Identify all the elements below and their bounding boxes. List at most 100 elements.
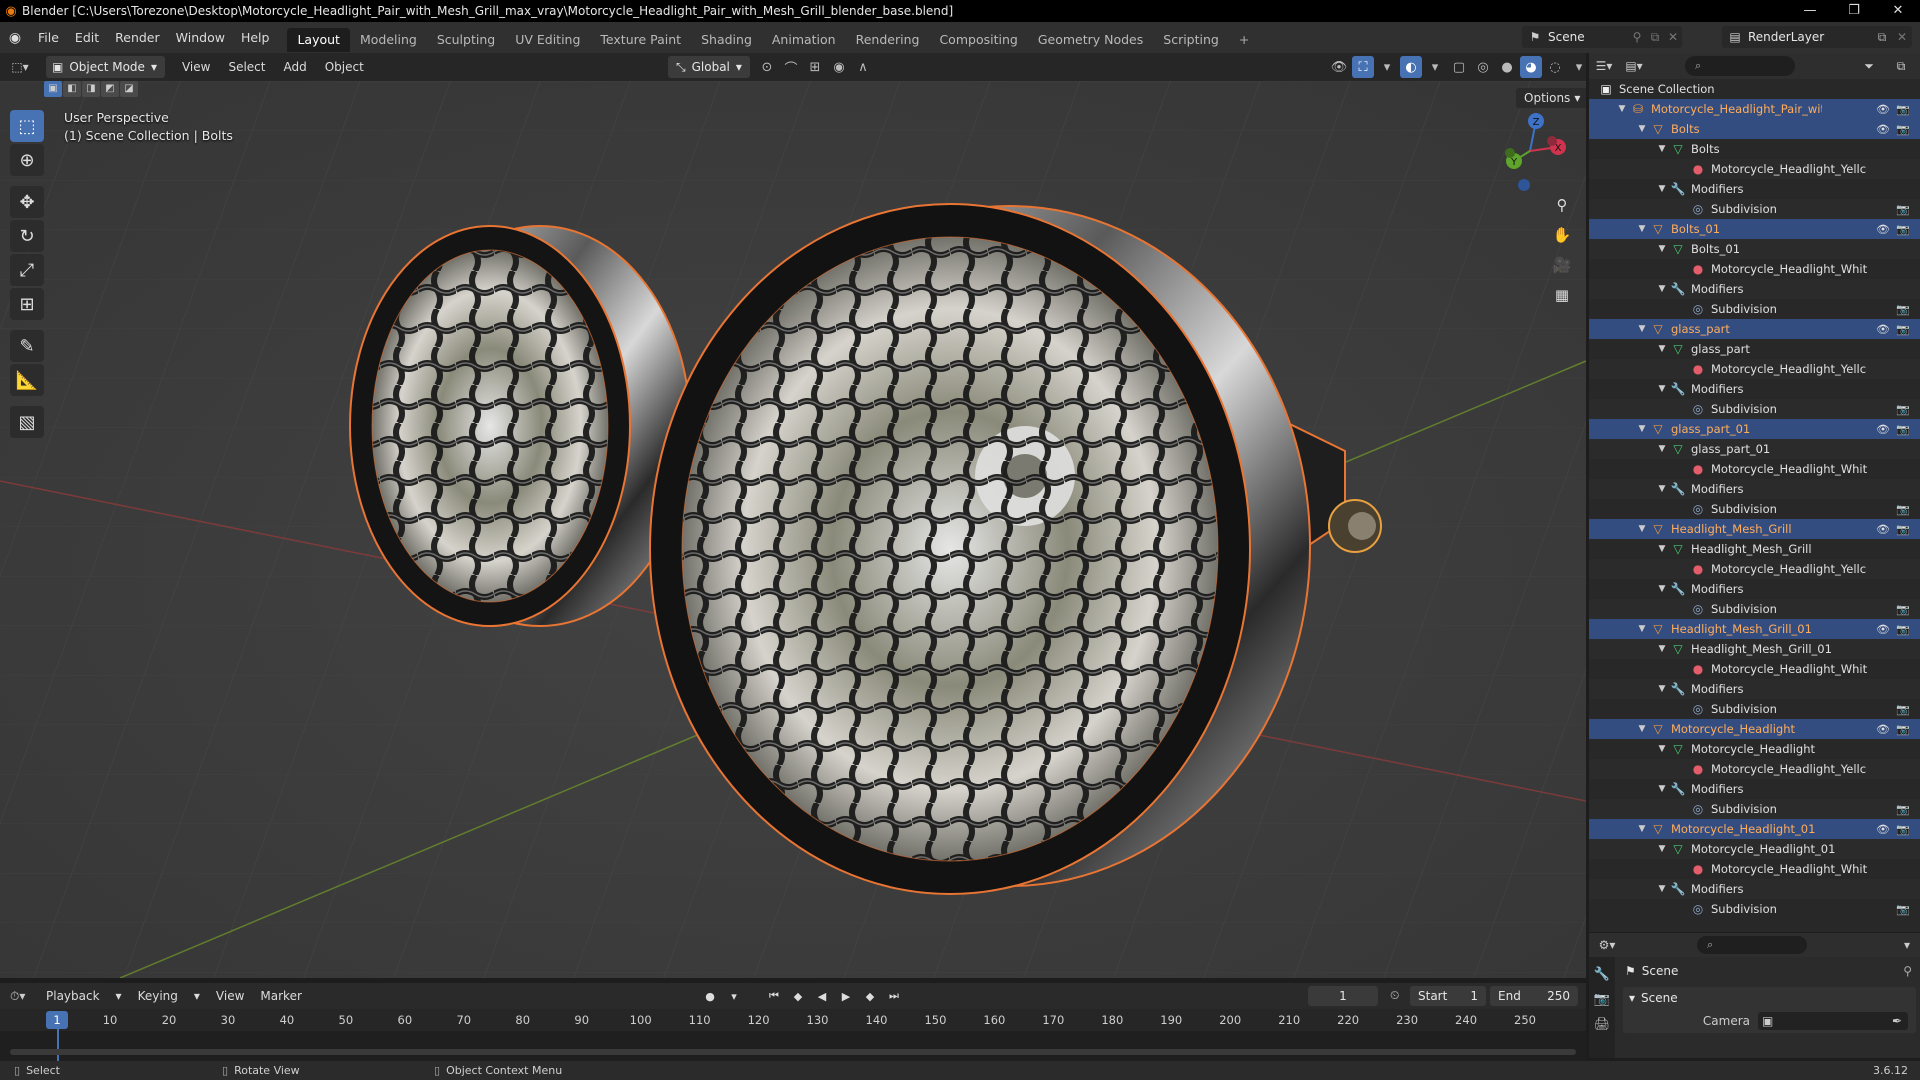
chevron-down-icon[interactable]: ▾ [1568,56,1590,78]
camera-icon[interactable]: 📷 [1896,723,1910,736]
viewport-menu-view[interactable]: View [173,60,219,74]
tab-compositing[interactable]: Compositing [929,28,1027,52]
outliner-row[interactable]: ▼ ▽ Bolts [1589,139,1920,159]
view-layer-selector[interactable]: ▤ RenderLayer ⧉ ✕ [1722,26,1912,48]
record-icon[interactable]: ● [700,986,720,1006]
expand-arrow-icon[interactable]: ▼ [1655,484,1669,494]
pan-hand-icon[interactable]: ✋ [1548,223,1576,247]
outliner-row[interactable]: ▼ 🔧 Modifiers [1589,779,1920,799]
expand-arrow-icon[interactable]: ▼ [1635,524,1649,534]
material-shading-icon[interactable]: ◕ [1520,56,1542,78]
expand-arrow-icon[interactable]: ▼ [1655,444,1669,454]
outliner-row[interactable]: ◎ Subdivision 📷 [1589,299,1920,319]
mode-dropdown[interactable]: ▣ Object Mode ▾ [46,56,165,78]
expand-arrow-icon[interactable]: ▼ [1635,624,1649,634]
select-box-tool-icon[interactable]: ⬚ [10,110,44,142]
outliner-row[interactable]: ● Motorcycle_Headlight_Yellc [1589,359,1920,379]
camera-icon[interactable]: 📷 [1896,523,1910,536]
jump-keyframe-back-icon[interactable]: ◆ [788,986,808,1006]
outliner-row[interactable]: ▼ ▽ glass_part 👁 📷 [1589,319,1920,339]
restore-button[interactable]: ❐ [1832,0,1876,22]
menu-edit[interactable]: Edit [67,22,107,53]
expand-arrow-icon[interactable]: ▼ [1655,244,1669,254]
expand-arrow-icon[interactable]: ▼ [1655,744,1669,754]
tab-uv-editing[interactable]: UV Editing [505,28,590,52]
eye-icon[interactable]: 👁 [1876,323,1890,336]
camera-icon[interactable]: 📷 [1896,803,1910,816]
outliner-row[interactable]: ▼ ▽ glass_part_01 👁 📷 [1589,419,1920,439]
scene-selector[interactable]: ⚑ Scene ⚲ ⧉ ✕ [1522,26,1682,48]
transform-tool-icon[interactable]: ⊞ [10,288,44,320]
eye-icon[interactable]: 👁 [1876,623,1890,636]
outliner-row[interactable]: ▼ ▽ Motorcycle_Headlight [1589,739,1920,759]
menu-help[interactable]: Help [233,22,278,53]
expand-arrow-icon[interactable]: ▼ [1655,344,1669,354]
outliner-row[interactable]: ▼ ▽ Headlight_Mesh_Grill_01 👁 📷 [1589,619,1920,639]
camera-icon[interactable]: 📷 [1896,103,1910,116]
new-scene-icon[interactable]: ⧉ [1646,30,1664,45]
outliner-row[interactable]: ● Motorcycle_Headlight_Yellc [1589,759,1920,779]
outliner-row[interactable]: ▼ ▽ glass_part [1589,339,1920,359]
outliner-row[interactable]: ▼ 🔧 Modifiers [1589,879,1920,899]
start-frame-field[interactable]: Start 1 [1410,986,1486,1006]
expand-arrow-icon[interactable]: ▼ [1655,284,1669,294]
outliner-row[interactable]: ▼ 🔧 Modifiers [1589,179,1920,199]
outliner-row[interactable]: ▼ ▽ Headlight_Mesh_Grill 👁 📷 [1589,519,1920,539]
ortho-grid-icon[interactable]: ▦ [1548,283,1576,307]
outliner-row[interactable]: ● Motorcycle_Headlight_Whit [1589,859,1920,879]
outliner-row[interactable]: ▼ ▽ Motorcycle_Headlight_01 👁 📷 [1589,819,1920,839]
camera-icon[interactable]: 📷 [1896,403,1910,416]
eye-icon[interactable]: 👁 [1876,823,1890,836]
outliner-row[interactable]: ● Motorcycle_Headlight_Yellc [1589,559,1920,579]
jump-keyframe-forward-icon[interactable]: ◆ [860,986,880,1006]
outliner-row[interactable]: ▼ 🔧 Modifiers [1589,279,1920,299]
new-collection-icon[interactable]: ⧉ [1886,59,1916,74]
expand-arrow-icon[interactable]: ▼ [1615,104,1629,114]
expand-arrow-icon[interactable]: ▼ [1655,584,1669,594]
timeline-ruler[interactable]: 1 10 20 30 40 50 60 70 80 90 100 110 120 130 140 150 16… [0,1009,1586,1031]
proportional-edit-icon[interactable]: ◉ [828,56,850,78]
outliner-row[interactable]: ▼ ▽ Bolts_01 [1589,239,1920,259]
visibility-icon[interactable]: 👁 [1328,56,1350,78]
timeline-menu-marker[interactable]: Marker [252,989,309,1003]
outliner-row[interactable]: ▼ 🔧 Modifiers [1589,679,1920,699]
outliner-row[interactable]: ◎ Subdivision 📷 [1589,599,1920,619]
properties-editor-icon[interactable]: ⚙▾ [1589,938,1625,952]
outliner-row[interactable]: ◎ Subdivision 📷 [1589,799,1920,819]
chevron-down-icon[interactable]: ▾ [724,986,744,1006]
outliner-row[interactable]: ● Motorcycle_Headlight_Whit [1589,259,1920,279]
minimize-button[interactable]: — [1788,0,1832,22]
remove-view-layer-icon[interactable]: ✕ [1892,30,1912,44]
remove-scene-icon[interactable]: ✕ [1664,30,1682,44]
falloff-icon[interactable]: ∧ [852,56,874,78]
select-subtract-icon[interactable]: ◨ [82,81,100,97]
outliner-row[interactable]: ▼ ▽ Headlight_Mesh_Grill_01 [1589,639,1920,659]
expand-arrow-icon[interactable]: ▼ [1655,684,1669,694]
timeline-menu-playback[interactable]: Playback [38,989,108,1003]
zoom-icon[interactable]: ⚲ [1548,193,1576,217]
camera-view-icon[interactable]: 🎥 [1548,253,1576,277]
outliner-row[interactable]: ▼ ▽ Headlight_Mesh_Grill [1589,539,1920,559]
camera-icon[interactable]: 📷 [1896,223,1910,236]
editor-type-icon[interactable]: ⬚▾ [0,56,40,78]
outliner-row[interactable]: ▼ ▽ Bolts_01 👁 📷 [1589,219,1920,239]
eye-icon[interactable]: 👁 [1876,523,1890,536]
annotate-tool-icon[interactable]: ✎ [10,330,44,362]
pin-icon[interactable]: ⚲ [1628,30,1646,44]
measure-tool-icon[interactable]: 📐 [10,364,44,396]
tab-sculpting[interactable]: Sculpting [427,28,505,52]
outliner-row[interactable]: ◎ Subdivision 📷 [1589,899,1920,919]
tab-layout[interactable]: Layout [287,27,350,52]
expand-arrow-icon[interactable]: ▼ [1655,884,1669,894]
tool-tab-icon[interactable]: 🔧 [1594,967,1610,982]
eye-icon[interactable]: 👁 [1876,223,1890,236]
select-new-icon[interactable]: ▣ [44,81,62,97]
camera-icon[interactable]: 📷 [1896,623,1910,636]
add-cube-tool-icon[interactable]: ▧ [10,406,44,438]
rotate-tool-icon[interactable]: ↻ [10,220,44,252]
scale-tool-icon[interactable]: ⤢ [10,254,44,286]
outliner-root[interactable]: ▣ Scene Collection [1589,79,1920,99]
menu-render[interactable]: Render [107,22,168,53]
render-tab-icon[interactable]: 📷 [1594,992,1610,1007]
eye-icon[interactable]: 👁 [1876,103,1890,116]
